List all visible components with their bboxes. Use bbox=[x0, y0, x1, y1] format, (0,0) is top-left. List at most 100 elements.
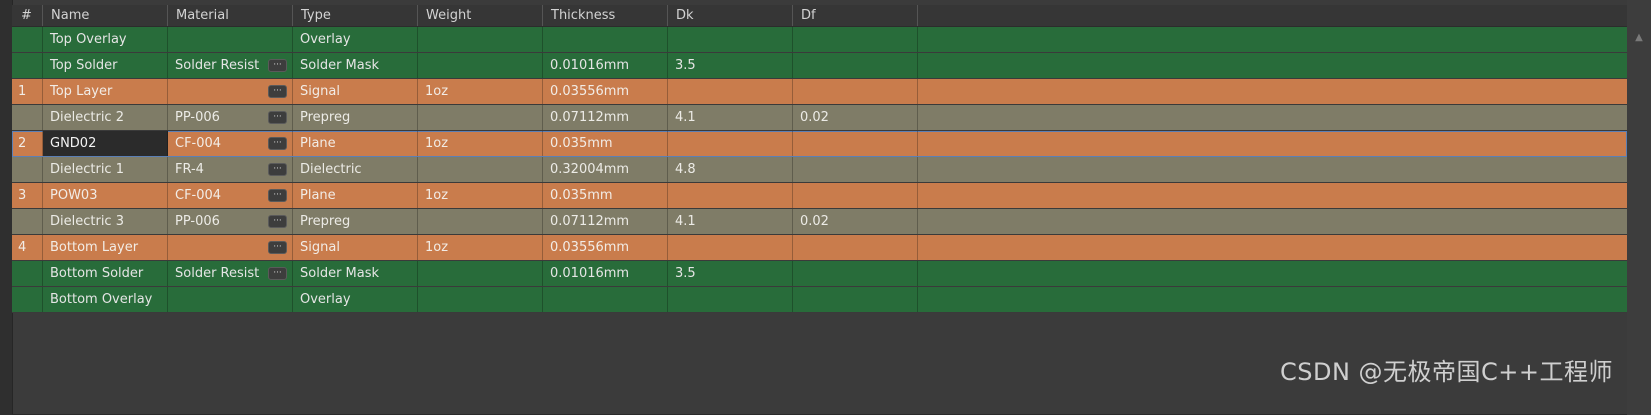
table-row[interactable]: 3 POW03 CF-004 ··· Plane 1oz 0.035mm bbox=[12, 183, 1627, 209]
cell-material[interactable]: Solder Resist ··· bbox=[168, 261, 293, 286]
cell-material[interactable] bbox=[168, 287, 293, 312]
cell-name[interactable]: Top Overlay bbox=[43, 27, 168, 52]
cell-dk[interactable]: 4.8 bbox=[668, 157, 793, 182]
cell-weight[interactable]: 1oz bbox=[418, 131, 543, 156]
cell-material[interactable] bbox=[168, 27, 293, 52]
cell-weight[interactable] bbox=[418, 27, 543, 52]
table-row[interactable]: Dielectric 1 FR-4 ··· Dielectric 0.32004mm 4.… bbox=[12, 157, 1627, 183]
cell-material[interactable]: PP-006 ··· bbox=[168, 209, 293, 234]
material-picker-button[interactable]: ··· bbox=[268, 215, 287, 228]
cell-name[interactable]: Dielectric 1 bbox=[43, 157, 168, 182]
cell-weight[interactable] bbox=[418, 209, 543, 234]
table-row[interactable]: Top Solder Solder Resist ··· Solder Mask 0.0… bbox=[12, 53, 1627, 79]
cell-type[interactable]: Dielectric bbox=[293, 157, 418, 182]
cell-thickness[interactable]: 0.32004mm bbox=[543, 157, 668, 182]
cell-number[interactable] bbox=[12, 157, 43, 182]
cell-thickness[interactable]: 0.07112mm bbox=[543, 105, 668, 130]
cell-df[interactable] bbox=[793, 287, 918, 312]
table-row[interactable]: 1 Top Layer ··· Signal 1oz 0.03556mm bbox=[12, 79, 1627, 105]
cell-weight[interactable] bbox=[418, 53, 543, 78]
cell-material[interactable]: ··· bbox=[168, 79, 293, 104]
cell-material[interactable]: Solder Resist ··· bbox=[168, 53, 293, 78]
cell-type[interactable]: Signal bbox=[293, 235, 418, 260]
cell-thickness[interactable] bbox=[543, 287, 668, 312]
cell-name[interactable]: Top Layer bbox=[43, 79, 168, 104]
cell-type[interactable]: Plane bbox=[293, 131, 418, 156]
cell-material[interactable]: PP-006 ··· bbox=[168, 105, 293, 130]
cell-dk[interactable] bbox=[668, 27, 793, 52]
cell-type[interactable]: Plane bbox=[293, 183, 418, 208]
cell-type[interactable]: Prepreg bbox=[293, 209, 418, 234]
column-header-thickness[interactable]: Thickness bbox=[543, 5, 668, 26]
cell-name[interactable]: Bottom Overlay bbox=[43, 287, 168, 312]
cell-material[interactable]: ··· bbox=[168, 235, 293, 260]
cell-material[interactable]: FR-4 ··· bbox=[168, 157, 293, 182]
column-header-type[interactable]: Type bbox=[293, 5, 418, 26]
cell-dk[interactable]: 4.1 bbox=[668, 209, 793, 234]
material-picker-button[interactable]: ··· bbox=[268, 59, 287, 72]
cell-name[interactable]: Top Solder bbox=[43, 53, 168, 78]
cell-df[interactable] bbox=[793, 183, 918, 208]
cell-df[interactable] bbox=[793, 79, 918, 104]
table-row[interactable]: Dielectric 3 PP-006 ··· Prepreg 0.07112mm 4.1… bbox=[12, 209, 1627, 235]
column-header-name[interactable]: Name bbox=[43, 5, 168, 26]
column-header-weight[interactable]: Weight bbox=[418, 5, 543, 26]
cell-weight[interactable] bbox=[418, 261, 543, 286]
cell-dk[interactable]: 4.1 bbox=[668, 105, 793, 130]
cell-number[interactable] bbox=[12, 105, 43, 130]
cell-number[interactable]: 2 bbox=[12, 131, 43, 156]
cell-dk[interactable] bbox=[668, 131, 793, 156]
cell-type[interactable]: Prepreg bbox=[293, 105, 418, 130]
cell-df[interactable] bbox=[793, 53, 918, 78]
cell-weight[interactable] bbox=[418, 105, 543, 130]
chevron-up-icon[interactable]: ▲ bbox=[1633, 32, 1645, 44]
cell-dk[interactable] bbox=[668, 287, 793, 312]
cell-thickness[interactable]: 0.035mm bbox=[543, 183, 668, 208]
cell-material[interactable]: CF-004 ··· bbox=[168, 131, 293, 156]
column-header-material[interactable]: Material bbox=[168, 5, 293, 26]
material-picker-button[interactable]: ··· bbox=[268, 85, 287, 98]
cell-number[interactable] bbox=[12, 287, 43, 312]
cell-number[interactable]: 4 bbox=[12, 235, 43, 260]
material-picker-button[interactable]: ··· bbox=[268, 241, 287, 254]
cell-weight[interactable]: 1oz bbox=[418, 183, 543, 208]
cell-df[interactable] bbox=[793, 261, 918, 286]
cell-df[interactable]: 0.02 bbox=[793, 209, 918, 234]
table-row[interactable]: 4 Bottom Layer ··· Signal 1oz 0.03556mm bbox=[12, 235, 1627, 261]
cell-df[interactable] bbox=[793, 157, 918, 182]
cell-name[interactable]: Bottom Layer bbox=[43, 235, 168, 260]
table-row[interactable]: Bottom Overlay Overlay bbox=[12, 287, 1627, 313]
cell-dk[interactable] bbox=[668, 235, 793, 260]
cell-number[interactable] bbox=[12, 209, 43, 234]
table-row[interactable]: Bottom Solder Solder Resist ··· Solder Mask… bbox=[12, 261, 1627, 287]
cell-thickness[interactable] bbox=[543, 27, 668, 52]
cell-type[interactable]: Solder Mask bbox=[293, 53, 418, 78]
cell-dk[interactable]: 3.5 bbox=[668, 53, 793, 78]
cell-type[interactable]: Solder Mask bbox=[293, 261, 418, 286]
cell-thickness[interactable]: 0.01016mm bbox=[543, 53, 668, 78]
cell-type[interactable]: Overlay bbox=[293, 287, 418, 312]
cell-number[interactable]: 1 bbox=[12, 79, 43, 104]
cell-number[interactable] bbox=[12, 53, 43, 78]
cell-name[interactable]: POW03 bbox=[43, 183, 168, 208]
material-picker-button[interactable]: ··· bbox=[268, 189, 287, 202]
cell-thickness[interactable]: 0.035mm bbox=[543, 131, 668, 156]
cell-number[interactable] bbox=[12, 261, 43, 286]
cell-df[interactable] bbox=[793, 27, 918, 52]
cell-name[interactable]: Dielectric 3 bbox=[43, 209, 168, 234]
cell-thickness[interactable]: 0.03556mm bbox=[543, 79, 668, 104]
cell-type[interactable]: Overlay bbox=[293, 27, 418, 52]
column-header-dk[interactable]: Dk bbox=[668, 5, 793, 26]
cell-type[interactable]: Signal bbox=[293, 79, 418, 104]
material-picker-button[interactable]: ··· bbox=[268, 137, 287, 150]
cell-name[interactable]: Dielectric 2 bbox=[43, 105, 168, 130]
cell-dk[interactable] bbox=[668, 183, 793, 208]
cell-weight[interactable] bbox=[418, 157, 543, 182]
cell-thickness[interactable]: 0.03556mm bbox=[543, 235, 668, 260]
cell-thickness[interactable]: 0.07112mm bbox=[543, 209, 668, 234]
cell-df[interactable]: 0.02 bbox=[793, 105, 918, 130]
table-row[interactable]: Dielectric 2 PP-006 ··· Prepreg 0.07112mm 4.1… bbox=[12, 105, 1627, 131]
cell-material[interactable]: CF-004 ··· bbox=[168, 183, 293, 208]
table-row[interactable]: Top Overlay Overlay bbox=[12, 27, 1627, 53]
cell-dk[interactable]: 3.5 bbox=[668, 261, 793, 286]
